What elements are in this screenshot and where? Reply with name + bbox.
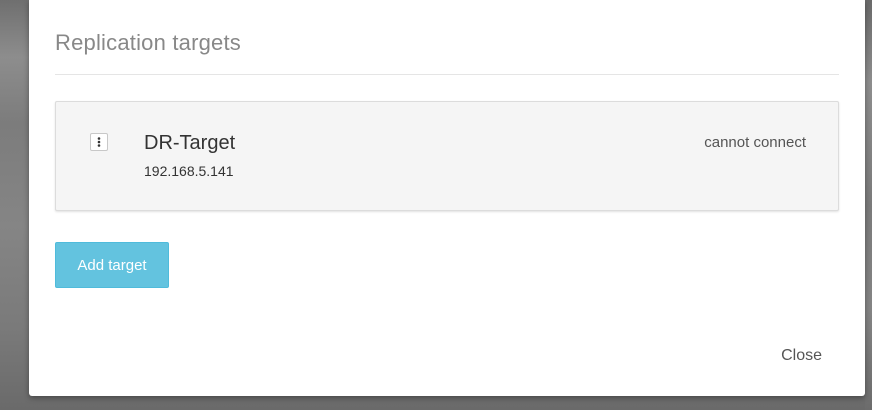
add-target-button[interactable]: Add target <box>55 242 169 288</box>
target-menu-button[interactable] <box>90 133 108 151</box>
vertical-ellipsis-icon <box>97 137 101 147</box>
dialog-header: Replication targets <box>55 0 839 75</box>
replication-targets-dialog: Replication targets DR-Target 192.168.5.… <box>29 0 865 396</box>
target-status: cannot connect <box>704 134 806 151</box>
target-card: DR-Target 192.168.5.141 cannot connect <box>55 101 839 211</box>
target-list: DR-Target 192.168.5.141 cannot connect <box>55 101 839 211</box>
target-address: 192.168.5.141 <box>144 163 234 179</box>
modal-backdrop-edge <box>865 0 872 410</box>
target-name: DR-Target <box>144 132 236 154</box>
close-button[interactable]: Close <box>781 347 822 365</box>
dialog-title: Replication targets <box>55 30 242 55</box>
